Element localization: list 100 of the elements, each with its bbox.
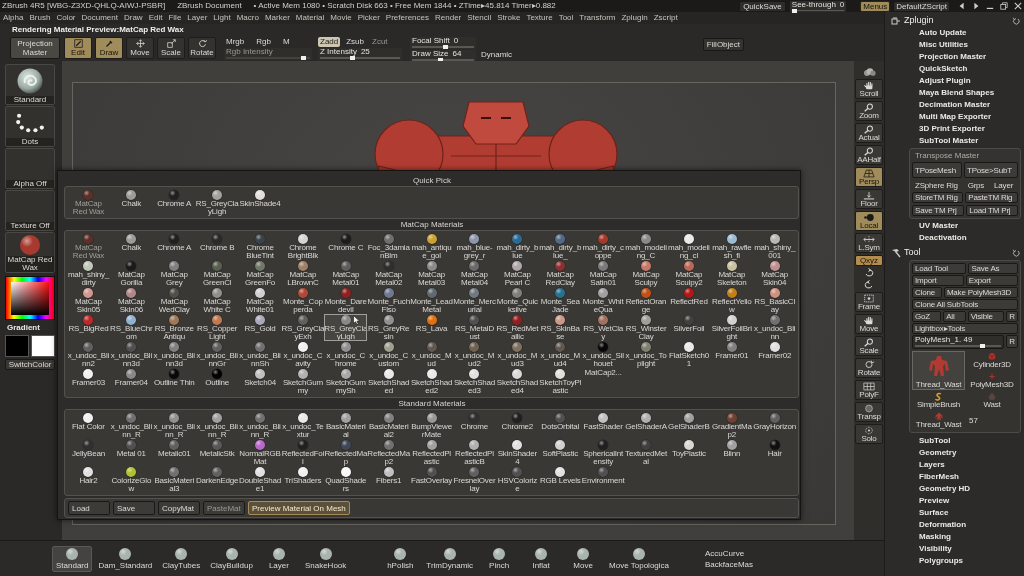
switch-color-button[interactable]: SwitchColor (5, 358, 55, 370)
quicksave-button[interactable]: QuickSave (739, 0, 786, 12)
plugin-menu-item[interactable]: Maya Blend Shapes (885, 87, 1024, 99)
material-swatch-button[interactable]: DoubleShade1 (238, 466, 282, 493)
material-swatch-button[interactable]: x_undoc_Textur (281, 412, 325, 439)
material-swatch-button[interactable]: GrayHorizon (753, 412, 797, 439)
brush-button[interactable]: Standard (52, 545, 93, 572)
menu-item[interactable]: Zplugin (621, 13, 648, 23)
slider-thumb[interactable] (979, 344, 985, 348)
menu-item[interactable]: Render (435, 13, 462, 23)
material-swatch-button[interactable]: SilverFoilBright (710, 314, 754, 341)
slider-thumb[interactable] (791, 8, 797, 13)
material-swatch-button[interactable]: SketchShaded4 (495, 368, 539, 395)
menu-item[interactable]: Marker (264, 13, 290, 23)
brush-button[interactable]: ClayBuildup (206, 545, 257, 572)
material-swatch-button[interactable]: Foc_3damianBlm (367, 233, 411, 260)
view-tool-button[interactable]: Move (855, 314, 883, 334)
tool-thumbnail[interactable]: SimpleBrush (912, 391, 965, 410)
view-tool-button[interactable]: Floor (855, 189, 883, 209)
view-tool-button[interactable]: PolyF (855, 380, 883, 400)
plugin-button[interactable]: Save TM Prj (912, 205, 965, 216)
material-swatch-button[interactable]: ToyPlastic (667, 439, 711, 466)
color-mode-toggle[interactable]: Mrgb (224, 37, 247, 47)
material-swatch-button[interactable]: mah_antique_gol (410, 233, 453, 260)
depth-mode-toggle[interactable]: Zsub (344, 37, 367, 47)
material-swatch-button[interactable]: MatCap Red Wax (67, 233, 110, 260)
material-swatch-button[interactable]: SkinShade4 (238, 189, 282, 216)
brush-button[interactable]: Pinch (479, 545, 520, 572)
material-swatch-button[interactable]: MatCap Metal03 (410, 260, 453, 287)
tool-button[interactable]: R (1006, 311, 1018, 322)
material-swatch-button[interactable]: RGB Levels (538, 466, 582, 493)
material-swatch-button[interactable]: MatCap WedClay (152, 287, 196, 314)
material-swatch-button[interactable]: FresnelOverlay (453, 466, 496, 493)
tool-button[interactable]: GoZ (912, 311, 942, 322)
brush-button[interactable]: ClayTubes (158, 545, 205, 572)
tool-button[interactable]: Save As (968, 263, 1018, 274)
stroke-option-toggle[interactable]: BackfaceMas (703, 559, 756, 569)
material-swatch-button[interactable]: RS_BigRed (67, 314, 110, 341)
plugin-menu-item[interactable]: Decimation Master (885, 99, 1024, 111)
material-swatch-button[interactable]: MatCap White C (195, 287, 239, 314)
material-swatch-button[interactable]: SoftPlastic (538, 439, 582, 466)
material-swatch-button[interactable]: SketchShaded (367, 368, 411, 395)
material-swatch-button[interactable]: Monte_FuchFlso (367, 287, 411, 314)
material-swatch-button[interactable]: Monte_Quicksilve (495, 287, 539, 314)
material-swatch-button[interactable]: MatCap Skin04 (753, 260, 797, 287)
menus-toggle[interactable]: Menus (860, 0, 891, 12)
menu-item[interactable]: Brush (29, 13, 51, 23)
slider-thumb[interactable] (443, 45, 449, 49)
material-swatch-button[interactable]: ReflectOrange (624, 287, 668, 314)
view-tool-button[interactable]: Scale (855, 336, 883, 356)
material-swatch-button[interactable]: RS_GreyClayLigh (195, 189, 239, 216)
material-swatch-button[interactable]: Chrome B (195, 233, 239, 260)
material-swatch-button[interactable]: MatCap Skin06 (109, 287, 153, 314)
material-swatch-button[interactable]: HSVColorize (495, 466, 539, 493)
material-swatch-button[interactable]: Fibers1 (367, 466, 411, 493)
tool-thumbnail[interactable]: Thread_Wast (912, 351, 965, 390)
material-swatch-button[interactable]: Blinn (710, 439, 754, 466)
palette-section[interactable]: Polygroups (885, 555, 1024, 567)
material-swatch-button[interactable]: x_undoc_Mud2 (453, 341, 496, 368)
view-tool-button[interactable]: Persp (855, 167, 883, 187)
material-swatch-button[interactable]: x_undoc_Blinn_R (195, 412, 239, 439)
menu-item[interactable]: Tool (558, 13, 574, 23)
material-swatch-button[interactable]: mah_dirty_blue_ (538, 233, 582, 260)
material-swatch-button[interactable]: RS_RedMetallic (495, 314, 539, 341)
tool-button[interactable]: Load Tool (912, 263, 967, 274)
fill-object-button[interactable]: FillObject (702, 38, 744, 51)
material-swatch-button[interactable]: DotsOrbital (538, 412, 582, 439)
material-swatch-button[interactable]: mah_modeling_cl (667, 233, 711, 260)
tool-thumbnail[interactable]: PolyMesh3D (966, 371, 1018, 390)
material-swatch-button[interactable]: Chrome C (324, 233, 368, 260)
close-icon[interactable] (1014, 2, 1022, 10)
subpalette-title[interactable]: Transpose Master (912, 151, 1018, 160)
material-swatch-button[interactable]: ReflectedFoil (281, 439, 325, 466)
material-swatch-button[interactable]: RS_Lava (410, 314, 453, 341)
view-tool-button[interactable]: Solo (855, 424, 883, 444)
material-swatch-button[interactable]: Flat Color (67, 412, 110, 439)
palette-section[interactable]: Preview (885, 495, 1024, 507)
plugin-menu-item[interactable]: UV Master (885, 220, 1024, 232)
material-swatch-button[interactable]: MatCap Satin01 (581, 260, 625, 287)
material-swatch-button[interactable]: SphericalIntensity (581, 439, 625, 466)
material-swatch-button[interactable]: NormalRGBMat (238, 439, 282, 466)
projection-master-button[interactable]: Projection Master (10, 37, 60, 59)
tool-button[interactable]: Make PolyMesh3D (943, 287, 1018, 298)
color-swatch[interactable] (5, 334, 29, 357)
material-swatch-button[interactable]: x_undoc_Blinn2 (67, 341, 110, 368)
restore-icon[interactable] (1000, 2, 1008, 10)
material-swatch-button[interactable]: MatCap RedClay (538, 260, 582, 287)
material-swatch-button[interactable]: Monte_SeaJade (538, 287, 582, 314)
material-swatch-button[interactable]: RS_BlueChrom (109, 314, 153, 341)
material-swatch-button[interactable]: x_undoc_Silhouet (581, 341, 625, 368)
color-mode-toggle[interactable]: Rgb (254, 37, 273, 47)
material-swatch-button[interactable]: x_undoc_Toplight (624, 341, 668, 368)
material-swatch-button[interactable]: GradientMap2 (710, 412, 754, 439)
tool-button[interactable]: Visible (967, 311, 1004, 322)
material-swatch-button[interactable]: ReflectedPlasticB (453, 439, 496, 466)
material-swatch-button[interactable]: BasicMaterial2 (367, 412, 411, 439)
material-swatch-button[interactable]: MatCap Pearl C (495, 260, 539, 287)
material-swatch-button[interactable]: Chrome (453, 412, 496, 439)
material-swatch-button[interactable]: BumpViewerMate (410, 412, 453, 439)
palette-title[interactable]: Tool (904, 247, 921, 258)
